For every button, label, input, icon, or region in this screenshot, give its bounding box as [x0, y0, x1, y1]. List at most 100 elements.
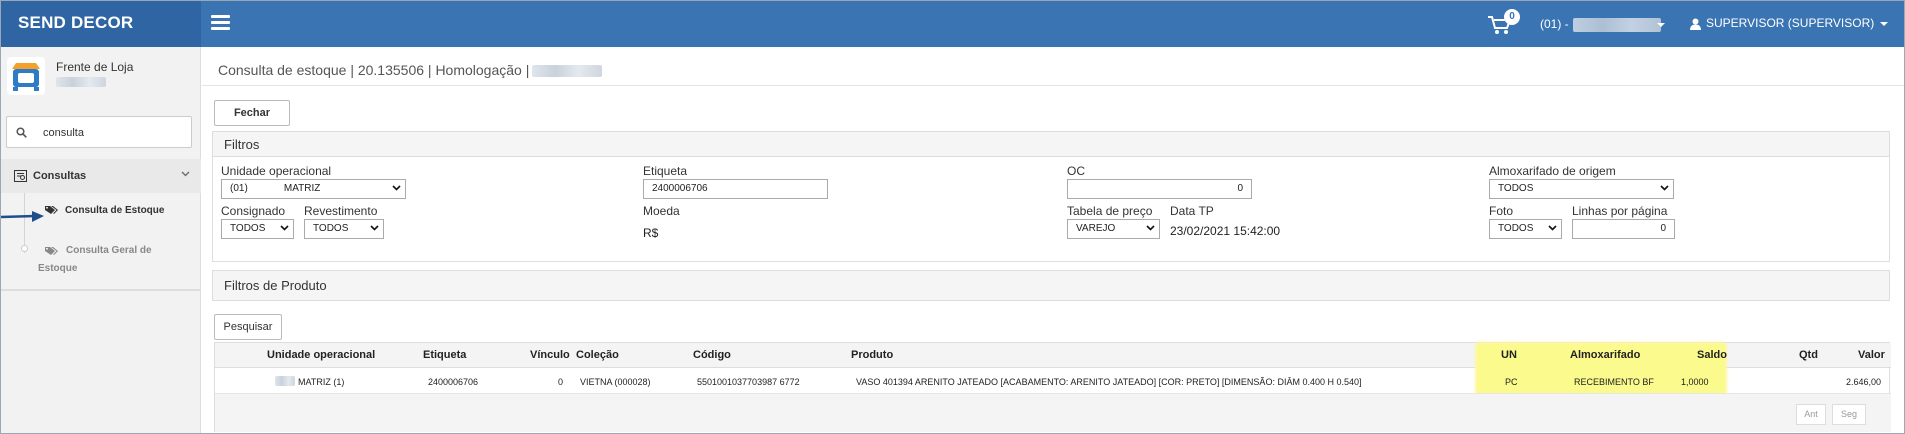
- list-search-icon: [14, 170, 27, 182]
- chevron-down-icon[interactable]: [1657, 23, 1665, 27]
- tabela-preco-select[interactable]: VAREJO: [1067, 219, 1160, 239]
- chevron-down-icon: [392, 185, 401, 191]
- redacted-company-name: [1572, 17, 1661, 32]
- foto-select[interactable]: TODOS: [1489, 219, 1562, 239]
- chevron-down-icon[interactable]: [181, 171, 190, 177]
- almoxarifado-origem-label: Almoxarifado de origem: [1489, 164, 1616, 178]
- oc-label: OC: [1067, 164, 1085, 178]
- etiqueta-field[interactable]: 2400006706: [643, 179, 828, 199]
- company-code: (01) -: [1540, 17, 1569, 31]
- page-title: Consulta de estoque | 20.135506 | Homolo…: [218, 62, 603, 78]
- app-window: SEND DECOR 0 (01) - SUPERVISOR (SUPERVIS…: [0, 0, 1905, 434]
- col-un[interactable]: UN: [1501, 349, 1517, 361]
- col-almoxarifado[interactable]: Almoxarifado: [1570, 349, 1640, 361]
- col-saldo[interactable]: Saldo: [1697, 349, 1727, 361]
- almoxarifado-origem-select[interactable]: TODOS: [1489, 179, 1674, 199]
- store-profile: Frente de Loja: [7, 57, 197, 97]
- page-title-text: Consulta de estoque | 20.135506 | Homolo…: [218, 62, 530, 78]
- foto-label: Foto: [1489, 204, 1514, 218]
- product-filters-panel[interactable]: Filtros de Produto: [212, 270, 1890, 301]
- col-vinculo[interactable]: Vínculo: [530, 349, 570, 361]
- col-unidade[interactable]: Unidade operacional: [267, 349, 375, 361]
- col-qtd[interactable]: Qtd: [1799, 349, 1818, 361]
- cell-produto: VASO 401394 ARENITO JATEADO [ACABAMENTO:…: [856, 377, 1362, 387]
- sidebar-item-consulta-geral-estoque[interactable]: Consulta Geral de Estoque: [38, 242, 188, 278]
- col-produto[interactable]: Produto: [851, 349, 893, 361]
- chevron-down-icon: [280, 225, 289, 231]
- filters-panel-title: Filtros: [213, 132, 1889, 157]
- consignado-label: Consignado: [221, 204, 286, 218]
- redacted-title-suffix: [532, 65, 603, 78]
- linhas-por-pagina-field[interactable]: 0: [1572, 219, 1675, 239]
- tags-icon: [45, 206, 58, 214]
- cell-vinculo: 0: [558, 377, 564, 387]
- cell-un: PC: [1505, 377, 1518, 387]
- main-content: Consulta de estoque | 20.135506 | Homolo…: [202, 47, 1904, 433]
- redacted-unit-code: [275, 376, 295, 386]
- results-table: Unidade operacional Etiqueta Vínculo Col…: [214, 342, 1891, 432]
- close-button[interactable]: Fechar: [214, 100, 290, 126]
- tabela-preco-label: Tabela de preço: [1067, 204, 1153, 218]
- col-colecao[interactable]: Coleção: [576, 349, 619, 361]
- sidebar-item-label: Consulta de Estoque: [65, 205, 165, 216]
- search-icon: [16, 127, 27, 138]
- col-codigo[interactable]: Código: [693, 349, 731, 361]
- table-footer: Ant Seg: [215, 394, 1891, 432]
- linhas-por-pagina-label: Linhas por página: [1572, 204, 1668, 218]
- revestimento-select-value: TODOS: [313, 223, 349, 234]
- revestimento-select[interactable]: TODOS: [304, 219, 384, 239]
- cell-colecao: VIETNA (000028): [580, 377, 651, 387]
- sidebar: Frente de Loja Consultas: [1, 47, 201, 433]
- col-etiqueta[interactable]: Etiqueta: [423, 349, 466, 361]
- cell-codigo: 5501001037703987 6772: [697, 377, 800, 387]
- brand-logo[interactable]: SEND DECOR: [1, 1, 201, 47]
- cell-almoxarifado: RECEBIMENTO BF: [1574, 377, 1654, 387]
- oc-field[interactable]: 0: [1067, 179, 1252, 199]
- chevron-down-icon: [1548, 225, 1557, 231]
- chevron-down-icon: [1146, 225, 1155, 231]
- filters-panel: Filtros Unidade operacional Etiqueta OC …: [212, 131, 1890, 262]
- unidade-label: Unidade operacional: [221, 164, 332, 178]
- moeda-value: R$: [643, 226, 659, 240]
- store-name: Frente de Loja: [56, 60, 134, 74]
- tags-icon: [45, 247, 58, 255]
- user-name: SUPERVISOR (SUPERVISOR): [1706, 16, 1875, 30]
- company-selector[interactable]: (01) -: [1540, 17, 1661, 32]
- almoxarifado-select-value: TODOS: [1498, 183, 1534, 194]
- user-icon: [1690, 18, 1701, 30]
- revestimento-label: Revestimento: [304, 204, 378, 218]
- moeda-label: Moeda: [643, 204, 680, 218]
- menu-search[interactable]: [6, 116, 192, 148]
- product-filters-title: Filtros de Produto: [213, 271, 1889, 300]
- pointer-arrow-icon: [1, 211, 44, 222]
- unidade-select[interactable]: (01) MATRIZ: [221, 179, 406, 199]
- tabela-preco-select-value: VAREJO: [1076, 223, 1116, 234]
- redacted-store-subtitle: [56, 77, 106, 87]
- col-valor[interactable]: Valor: [1858, 349, 1885, 361]
- cart-count-badge: 0: [1504, 9, 1520, 25]
- divider: [202, 85, 1904, 86]
- chevron-down-icon: [370, 225, 379, 231]
- top-bar: SEND DECOR 0 (01) - SUPERVISOR (SUPERVIS…: [1, 1, 1904, 47]
- pager-next-button[interactable]: Seg: [1832, 404, 1866, 425]
- data-tp-label: Data TP: [1170, 204, 1214, 218]
- menu-search-input[interactable]: [43, 124, 183, 142]
- pager-prev-button[interactable]: Ant: [1796, 404, 1826, 425]
- consignado-select[interactable]: TODOS: [221, 219, 294, 239]
- search-button[interactable]: Pesquisar: [214, 314, 282, 340]
- store-logo-icon: [7, 57, 45, 95]
- user-menu[interactable]: SUPERVISOR (SUPERVISOR): [1690, 16, 1889, 30]
- etiqueta-label: Etiqueta: [643, 164, 688, 178]
- cell-valor: 2.646,00: [1846, 377, 1882, 387]
- chevron-down-icon: [1660, 185, 1669, 191]
- menu-toggle-icon[interactable]: [211, 15, 230, 31]
- sidebar-group-consultas[interactable]: Consultas: [1, 159, 201, 193]
- chevron-down-icon: [1880, 21, 1889, 26]
- sidebar-item-label: Consulta Geral de Estoque: [38, 245, 152, 274]
- cell-saldo: 1,0000: [1681, 377, 1709, 387]
- cell-unidade: MATRIZ (1): [298, 377, 345, 387]
- sidebar-divider: [1, 289, 201, 291]
- cell-etiqueta: 2400006706: [428, 377, 479, 387]
- foto-select-value: TODOS: [1498, 223, 1534, 234]
- consignado-select-value: TODOS: [230, 223, 266, 234]
